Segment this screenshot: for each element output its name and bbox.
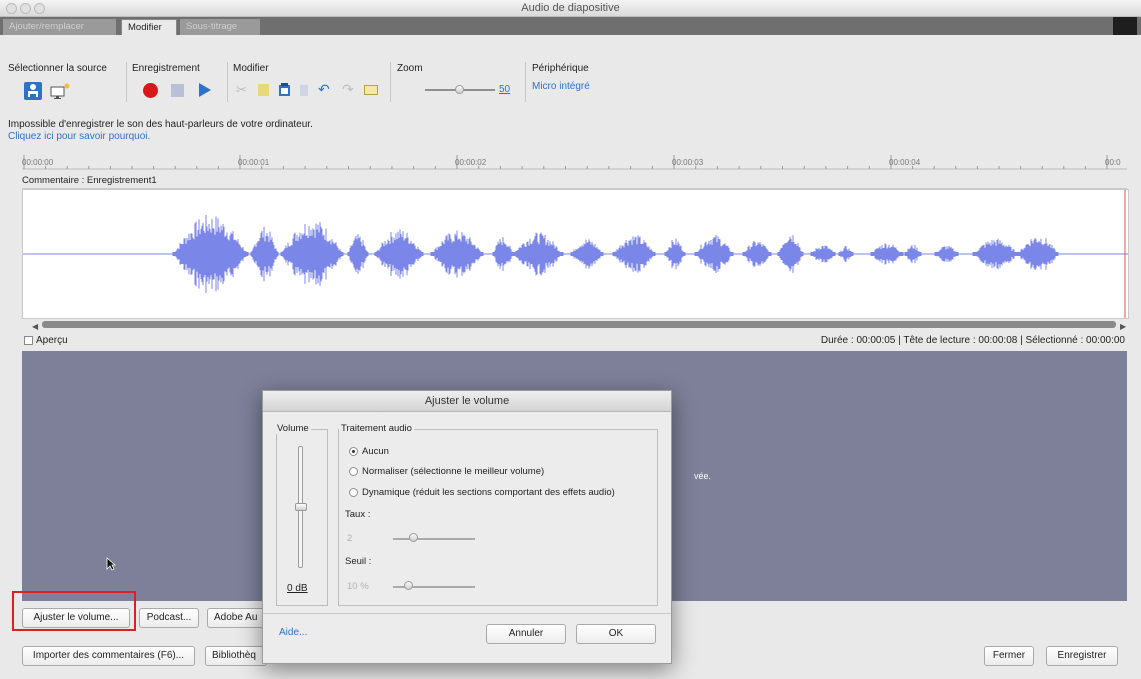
cut-icon[interactable]: ✂ [236,82,247,98]
import-comments-button[interactable]: Importer des commentaires (F6)... [22,646,195,666]
timeline-tick-label: 00:00:04 [889,158,921,167]
adobe-audition-button[interactable]: Adobe Au [207,608,267,628]
zoom-group-label: Zoom [397,63,423,74]
waveform-graphic [23,190,1128,318]
zoom-slider-knob[interactable] [455,85,464,94]
preview-label: Aperçu [36,335,68,346]
timeline-tick-label: 00:00:00 [22,158,54,167]
threshold-label: Seuil : [345,556,372,567]
delete-icon[interactable] [300,85,308,96]
learn-why-link[interactable]: Cliquez ici pour savoir pourquoi. [8,131,150,142]
ok-button[interactable]: OK [576,624,656,644]
narration-source-icon[interactable] [24,82,42,100]
rate-slider-knob[interactable] [409,533,418,542]
threshold-slider-knob[interactable] [404,581,413,590]
timeline-tick-label: 00:0 [1105,158,1121,167]
timeline-tick-label: 00:00:02 [455,158,487,167]
audio-processing-group-label: Traitement audio [339,423,414,434]
timeline-tick-label: 00:00:03 [672,158,704,167]
radio-normalize[interactable] [349,467,358,476]
adjust-volume-button[interactable]: Ajuster le volume... [22,608,130,628]
scroll-right-icon[interactable]: ▶ [1120,322,1126,331]
toolbar-separator [390,62,391,102]
undo-icon[interactable]: ↶ [318,81,330,98]
source-group-label: Sélectionner la source [8,63,107,74]
threshold-value: 10 % [347,581,369,592]
toolbar-separator [227,62,228,102]
paste-icon[interactable] [278,83,291,100]
rate-label: Taux : [345,509,371,520]
tab-subtitles[interactable]: Sous-titrage [180,19,260,35]
preview-checkbox[interactable] [24,336,33,345]
mouse-cursor-icon [106,557,117,574]
library-button[interactable]: Bibliothèq [205,646,267,666]
insert-silence-icon[interactable] [364,85,378,95]
dialog-divider [263,613,671,614]
window-title: Audio de diapositive [521,2,620,14]
device-group-label: Périphérique [532,63,589,74]
radio-normalize-label: Normaliser (sélectionne le meilleur volu… [362,466,545,477]
panel-partial-text: vée. [694,471,712,481]
window-title-bar: Audio de diapositive [0,0,1141,17]
edit-group-label: Modifier [233,63,269,74]
play-icon[interactable] [198,82,212,101]
playback-status-info: Durée : 00:00:05 | Tête de lecture : 00:… [820,335,1125,346]
tab-strip-end [1113,17,1137,35]
timeline-ruler[interactable] [22,151,1127,171]
dialog-title: Ajuster le volume [263,391,671,412]
record-icon[interactable] [143,83,158,98]
ruler-ticks [22,155,1127,170]
track-label: Commentaire : Enregistrement1 [22,175,1127,189]
stop-icon[interactable] [171,84,184,97]
save-button[interactable]: Enregistrer [1046,646,1118,666]
speaker-notice-text: Impossible d'enregistrer le son des haut… [8,119,313,130]
copy-icon[interactable] [258,84,269,96]
system-audio-source-icon[interactable] [50,82,72,103]
toolbar-separator [126,62,127,102]
tab-edit[interactable]: Modifier [121,19,177,35]
rate-value: 2 [347,533,353,544]
radio-none[interactable] [349,447,358,456]
volume-group-label: Volume [275,423,311,434]
adjust-volume-dialog: Ajuster le volume Volume 0 dB Traitement… [262,390,672,664]
radio-dynamic[interactable] [349,488,358,497]
scroll-left-icon[interactable]: ◀ [32,322,38,331]
tab-strip: Ajouter/remplacer Modifier Sous-titrage [0,17,1141,35]
zoom-value[interactable]: 50 [499,84,510,95]
close-button[interactable]: Fermer [984,646,1034,666]
toolbar-separator [525,62,526,102]
tab-add-replace[interactable]: Ajouter/remplacer [3,19,116,35]
cancel-button[interactable]: Annuler [486,624,566,644]
device-link[interactable]: Micro intégré [532,81,590,92]
volume-value: 0 dB [287,583,308,594]
help-link[interactable]: Aide... [279,627,307,638]
horizontal-scrollbar-thumb[interactable] [42,321,1116,328]
redo-icon[interactable]: ↷ [342,81,354,98]
podcast-button[interactable]: Podcast... [139,608,199,628]
timeline-tick-label: 00:00:01 [238,158,270,167]
radio-none-label: Aucun [362,446,389,457]
volume-slider-knob[interactable] [295,503,307,511]
waveform-view[interactable] [22,189,1129,319]
recording-group-label: Enregistrement [132,63,200,74]
rate-slider-track[interactable] [393,538,475,540]
radio-dynamic-label: Dynamique (réduit les sections comportan… [362,487,615,498]
